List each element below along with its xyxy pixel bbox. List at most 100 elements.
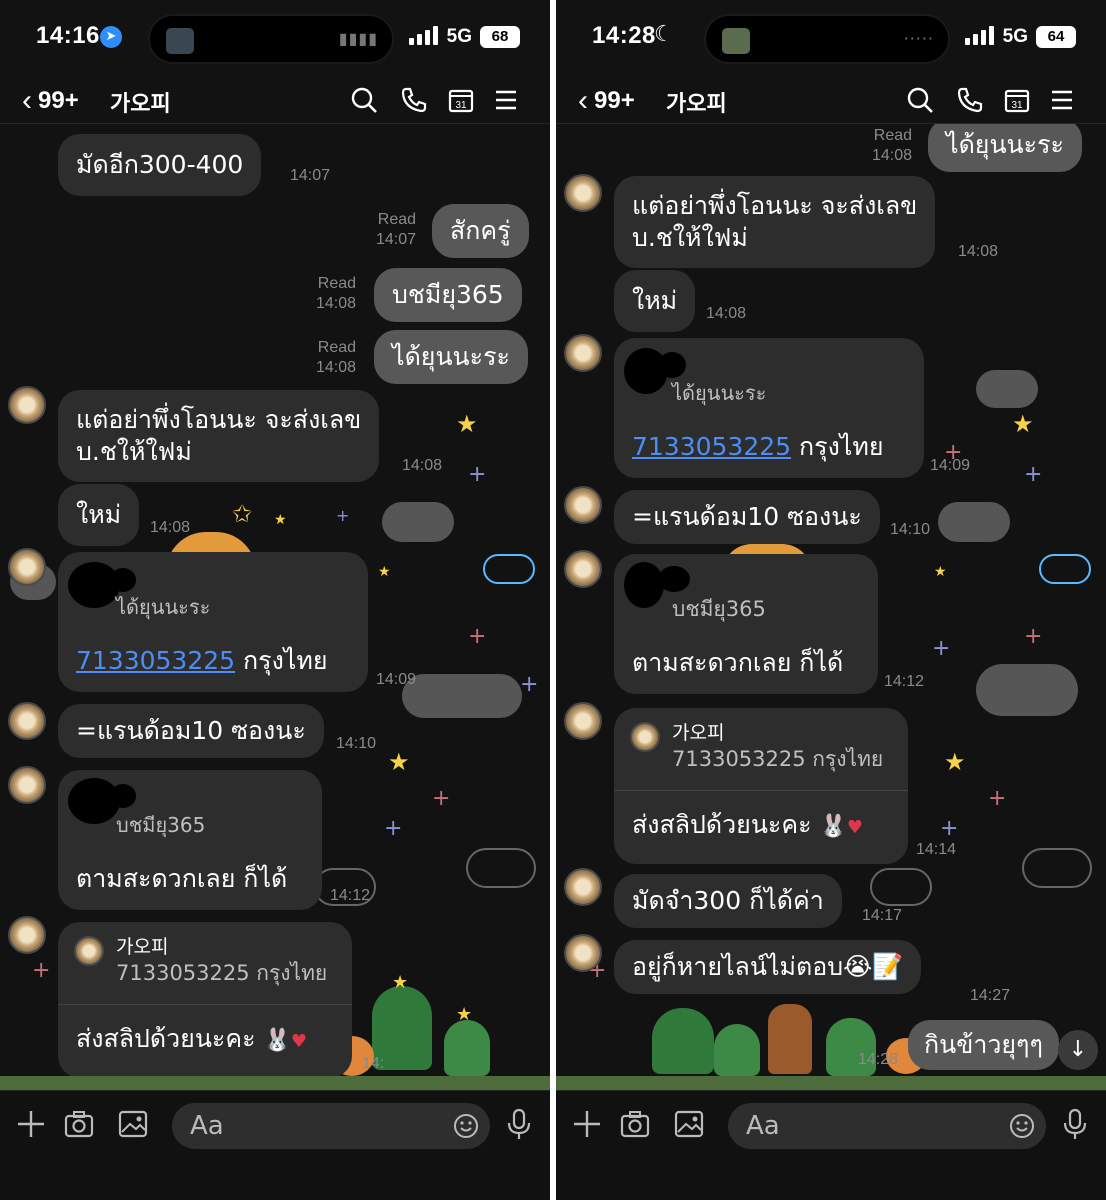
status-bar: 14:16 ➤ ▮▮▮▮ 5G 68 [0, 0, 550, 76]
avatar[interactable] [8, 916, 46, 954]
image-icon[interactable] [672, 1107, 706, 1141]
calendar-icon[interactable]: 31 [1003, 86, 1031, 114]
grass-decoration [0, 1076, 550, 1090]
status-bar: 14:28 ☾ ····· 5G 64 [556, 0, 1106, 76]
message-input[interactable]: Aa [728, 1103, 1046, 1149]
phone-icon[interactable] [400, 86, 428, 114]
message-bubble[interactable]: แต่อย่าพึ่งโอนนะ จะส่งเลข บ.ชให้ใฟม่ [58, 390, 380, 482]
dynamic-island: ▮▮▮▮ [148, 14, 394, 64]
search-icon[interactable] [906, 86, 934, 114]
my-message-bubble[interactable]: ได้ยุนนะระ [374, 330, 528, 384]
cloud-decoration [382, 502, 454, 542]
message-time: 14:09 [376, 671, 417, 688]
avatar[interactable] [564, 934, 602, 972]
quoted-text: ได้ยุนนะระ [116, 595, 211, 619]
menu-icon[interactable] [492, 86, 520, 114]
my-message-bubble[interactable]: บชมียุ365 [374, 268, 522, 322]
smile-icon[interactable] [1008, 1112, 1036, 1140]
chat-area[interactable]: ★ ✩ ★ ★ ★ + + + + + + + ★ ★ มัดอีก300-40… [0, 124, 550, 1088]
input-bar: Aa [556, 1090, 1106, 1200]
sparkle-decoration: + [932, 636, 951, 661]
avatar[interactable] [8, 766, 46, 804]
album-thumbnail [166, 28, 194, 54]
cloud-outline-decoration [466, 848, 536, 888]
network-type: 5G [1002, 26, 1028, 47]
bank-name: กรุงไทย [791, 432, 884, 461]
my-message-bubble[interactable]: ได้ยุนนะระ [928, 124, 1082, 172]
message-bubble[interactable]: มัดจำ300 ก็ได้ค่า [614, 874, 842, 928]
message-text: ส่งสลิปด้วยนะคะ 🐰♥ [632, 810, 864, 839]
message-bubble[interactable]: =แรนด้อม10 ซองนะ [614, 490, 880, 544]
sparkle-decoration: + [432, 786, 451, 811]
message-text: =แรนด้อม10 ซองนะ [76, 716, 306, 745]
message-text: ใหม่ [76, 500, 122, 529]
avatar[interactable] [8, 548, 46, 586]
mic-icon[interactable] [1058, 1107, 1092, 1141]
status-time: 14:16 [36, 22, 100, 49]
camera-icon[interactable] [62, 1107, 96, 1141]
message-time: 14:17 [862, 907, 903, 924]
my-message-bubble[interactable]: สักครู่ [432, 204, 529, 258]
message-input[interactable]: Aa [172, 1103, 490, 1149]
message-bubble[interactable]: มัดอีก300-400 [58, 134, 262, 196]
grass-decoration [556, 1076, 1106, 1090]
phone-icon[interactable] [956, 86, 984, 114]
account-number-link[interactable]: 7133053225 [632, 432, 791, 461]
redacted-mark [110, 784, 136, 808]
avatar[interactable] [564, 486, 602, 524]
reply-message-bubble[interactable]: บชมียุ365 ตามสะดวกเลย ก็ได้ [614, 554, 878, 694]
mic-icon[interactable] [502, 1107, 536, 1141]
sparkle-decoration: + [384, 816, 403, 841]
battery-indicator: 68 [480, 26, 520, 48]
moon-icon: ☾ [654, 22, 674, 47]
message-bubble[interactable]: =แรนด้อม10 ซองนะ [58, 704, 324, 758]
plus-icon[interactable] [570, 1107, 604, 1141]
camera-icon[interactable] [618, 1107, 652, 1141]
my-message-bubble[interactable]: กินข้าวยุๆๆ [908, 1020, 1059, 1070]
avatar[interactable] [564, 334, 602, 372]
redacted-avatar [624, 562, 664, 608]
message-time: 14:10 [336, 735, 377, 752]
message-text: มัดอีก300-400 [76, 150, 244, 179]
smile-icon[interactable] [452, 1112, 480, 1140]
message-bubble[interactable]: อยู่ก็หายไลน์ไม่ตอบ😭📝 [614, 940, 922, 994]
reply-message-bubble[interactable]: 가오피 7133053225 กรุงไทย ส่งสลิปด้วยนะคะ 🐰… [58, 922, 352, 1078]
message-bubble[interactable]: แต่อย่าพึ่งโอนนะ จะส่งเลข บ.ชให้ใฟม่ [614, 176, 936, 268]
message-time: 14:08 [150, 519, 191, 536]
star-decoration: ★ [944, 748, 966, 776]
message-time: 14:14 [916, 841, 957, 858]
message-bubble[interactable]: ใหม่ [58, 484, 140, 546]
message-bubble[interactable]: ใหม่ [614, 270, 696, 332]
plus-icon[interactable] [14, 1107, 48, 1141]
back-button[interactable]: ‹ 99+ [22, 84, 79, 118]
menu-icon[interactable] [1048, 86, 1076, 114]
account-number-link[interactable]: 7133053225 [76, 646, 235, 675]
reply-message-bubble[interactable]: 가오피 7133053225 กรุงไทย ส่งสลิปด้วยนะคะ 🐰… [614, 708, 908, 864]
bear-decoration [768, 1004, 812, 1074]
message-time: 14:12 [330, 887, 371, 904]
avatar[interactable] [8, 386, 46, 424]
search-icon[interactable] [350, 86, 378, 114]
reply-message-bubble[interactable]: ได้ยุนนะระ 7133053225 กรุงไทย [58, 552, 368, 692]
back-button[interactable]: ‹ 99+ [578, 84, 635, 118]
quoted-text: 7133053225 กรุงไทย [116, 961, 328, 985]
chat-area[interactable]: ★ ★ ★ + + + + + + + Read 14:08 ได้ยุนนะระ… [556, 124, 1106, 1088]
image-icon[interactable] [116, 1107, 150, 1141]
scroll-to-bottom-button[interactable]: ↓ [1058, 1030, 1098, 1070]
star-decoration: ★ [456, 1004, 473, 1025]
avatar[interactable] [564, 702, 602, 740]
sparkle-decoration: + [468, 624, 487, 649]
calendar-icon[interactable]: 31 [447, 86, 475, 114]
avatar[interactable] [564, 868, 602, 906]
avatar[interactable] [564, 174, 602, 212]
avatar[interactable] [564, 550, 602, 588]
tree-decoration [714, 1024, 760, 1076]
star-decoration: ★ [274, 512, 287, 528]
bank-name: กรุงไทย [235, 646, 328, 675]
album-thumbnail [722, 28, 750, 54]
divider [58, 1004, 352, 1005]
input-placeholder: Aa [746, 1111, 780, 1141]
reply-message-bubble[interactable]: บชมียุ365 ตามสะดวกเลย ก็ได้ [58, 770, 322, 910]
avatar[interactable] [8, 702, 46, 740]
reply-message-bubble[interactable]: ได้ยุนนะระ 7133053225 กรุงไทย [614, 338, 924, 478]
